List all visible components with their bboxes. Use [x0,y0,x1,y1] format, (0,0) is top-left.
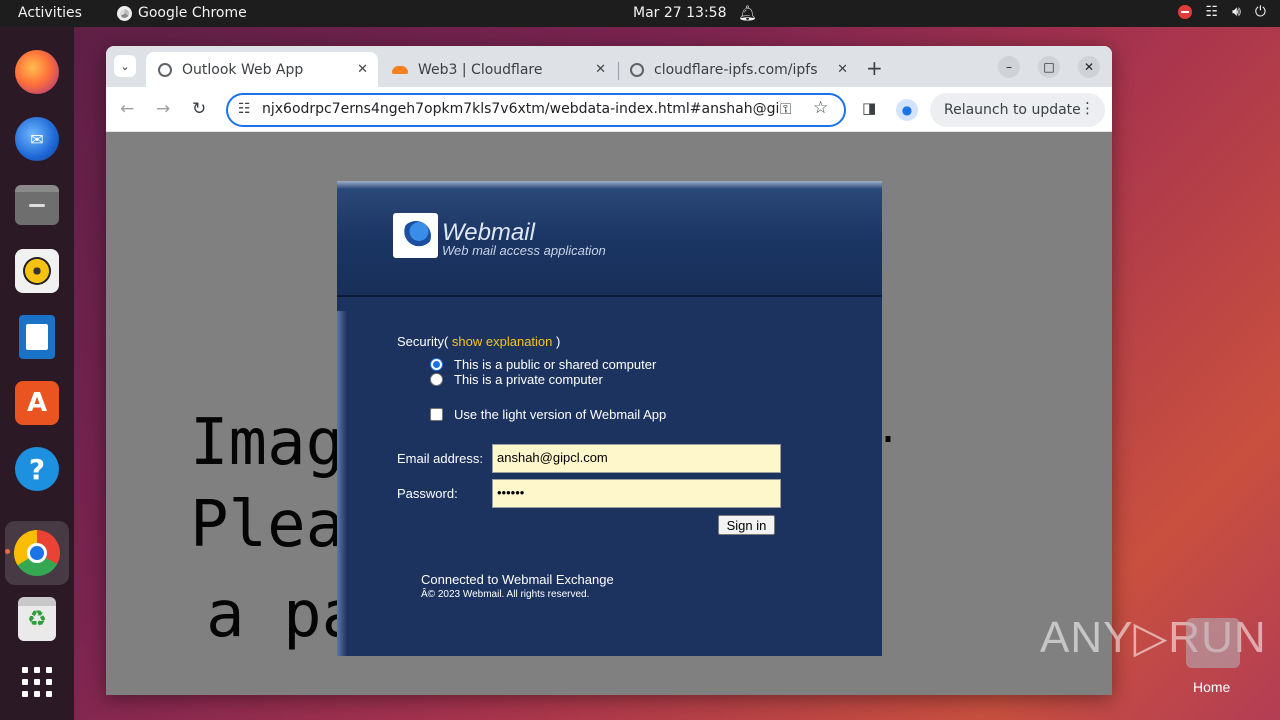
dock-files[interactable] [12,180,62,230]
dock-show-apps[interactable] [12,657,62,707]
tab-title: Web3 | Cloudflare [418,61,543,78]
dock: ✉ A ? ♻ [0,27,74,720]
active-app-name: Google Chrome [138,5,247,21]
close-tab-icon[interactable]: ✕ [595,62,606,77]
site-info-icon[interactable]: ☷ [238,101,251,117]
system-tray[interactable]: ☷ 🔊︎ ⏻ [1177,4,1266,20]
background-text-line: Imag [190,406,345,480]
connected-text: Connected to Webmail Exchange [421,572,614,587]
public-computer-radio[interactable] [430,358,443,371]
files-icon [15,185,59,225]
tab-cloudflare-ipfs[interactable]: cloudflare-ipfs.com/ipfs ✕ [618,52,858,87]
chrome-icon [14,530,60,576]
thunderbird-icon: ✉ [15,117,59,161]
tab-web3-cloudflare[interactable]: Web3 | Cloudflare ✕ [380,52,616,87]
tab-strip: ⌄ Outlook Web App ✕ Web3 | Cloudflare ✕ … [106,46,1112,87]
bookmark-star-icon[interactable]: ☆ [813,98,828,118]
security-line: Security( show explanation ) [397,334,560,349]
app-center-icon: A [15,381,59,425]
browser-toolbar: ← → ↻ ☷ njx6odrpc7erns4ngeh7opkm7kls7v6x… [106,87,1112,132]
security-suffix: ) [556,334,561,349]
clock[interactable]: Mar 27 13:58 [633,5,726,21]
do-not-disturb-icon [1177,5,1192,19]
sign-in-button[interactable]: Sign in [718,515,775,535]
dock-writer[interactable] [12,312,62,362]
globe-icon [158,62,172,77]
tab-outlook[interactable]: Outlook Web App ✕ [146,52,378,87]
address-bar[interactable]: ☷ njx6odrpc7erns4ngeh7opkm7kls7v6xtm/web… [226,93,846,127]
forward-icon[interactable]: → [156,99,170,119]
dock-rhythmbox[interactable] [12,246,62,296]
back-icon[interactable]: ← [120,99,134,119]
dock-thunderbird[interactable]: ✉ [12,114,62,164]
public-computer-label: This is a public or shared computer [454,357,657,372]
reload-icon[interactable]: ↻ [192,99,206,119]
power-icon: ⏻ [1254,4,1266,20]
active-app-menu[interactable]: Google Chrome [117,5,247,21]
trash-icon: ♻ [18,597,56,641]
relaunch-label: Relaunch to update [944,102,1081,118]
security-prefix: Security( [397,334,449,349]
tab-search-button[interactable]: ⌄ [114,55,136,77]
url-text[interactable]: njx6odrpc7erns4ngeh7opkm7kls7v6xtm/webda… [262,101,778,117]
dock-help[interactable]: ? [12,444,62,494]
page-viewport: Imag Pleas a pa . Webmail Web mail acces… [106,132,1112,695]
system-top-bar: Activities Google Chrome Mar 27 13:58 🔔︎… [0,0,1280,27]
minimize-button[interactable]: – [998,56,1020,78]
private-computer-radio[interactable] [430,373,443,386]
home-folder-label: Home [1193,679,1231,695]
relaunch-button[interactable]: Relaunch to update ⋮ [930,93,1105,127]
cloudflare-icon [392,65,408,74]
logo-icon [401,221,431,251]
volume-icon: 🔊︎ [1232,4,1241,20]
close-window-button[interactable]: ✕ [1078,56,1100,78]
chrome-icon [117,5,132,21]
tab-title: Outlook Web App [182,61,304,78]
close-tab-icon[interactable]: ✕ [837,62,848,77]
close-tab-icon[interactable]: ✕ [357,62,368,77]
copyright-text: Â© 2023 Webmail. All rights reserved. [421,589,590,600]
login-panel: Webmail Web mail access application Secu… [337,181,882,656]
dock-app-center[interactable]: A [12,378,62,428]
firefox-icon [15,50,59,94]
writer-icon [19,315,55,359]
dock-firefox[interactable] [12,47,62,97]
network-icon: ☷ [1205,4,1219,20]
light-version-checkbox[interactable] [430,408,443,421]
bell-icon: 🔔︎ [738,4,758,22]
logo-subtitle: Web mail access application [442,243,606,258]
globe-icon [630,62,644,77]
side-panel-icon[interactable]: ◨ [862,99,876,117]
panel-side-accent [337,311,347,656]
activities-button[interactable]: Activities [18,5,82,21]
profile-avatar[interactable]: ● [896,99,918,121]
light-version-label: Use the light version of Webmail App [454,407,667,422]
password-field[interactable]: •••••• [492,479,781,508]
login-header: Webmail Web mail access application [337,181,882,297]
rhythmbox-icon [15,249,59,293]
email-field[interactable]: anshah@gipcl.com [492,444,781,473]
dock-chrome[interactable] [5,521,69,585]
help-icon: ? [15,447,59,491]
more-menu-icon[interactable]: ⋮ [1080,99,1095,117]
new-tab-button[interactable]: + [866,56,883,80]
webmail-logo [393,213,438,258]
show-apps-icon [22,667,52,697]
password-label: Password: [397,486,458,501]
home-folder-icon[interactable] [1186,618,1240,668]
key-icon[interactable]: ⚿ [780,100,791,118]
tab-title: cloudflare-ipfs.com/ipfs [654,61,818,78]
maximize-button[interactable]: □ [1038,56,1060,78]
chrome-window: ⌄ Outlook Web App ✕ Web3 | Cloudflare ✕ … [106,46,1112,695]
dock-trash[interactable]: ♻ [12,594,62,644]
show-explanation-link[interactable]: show explanation [452,334,552,349]
email-label: Email address: [397,451,483,466]
private-computer-label: This is a private computer [454,372,603,387]
